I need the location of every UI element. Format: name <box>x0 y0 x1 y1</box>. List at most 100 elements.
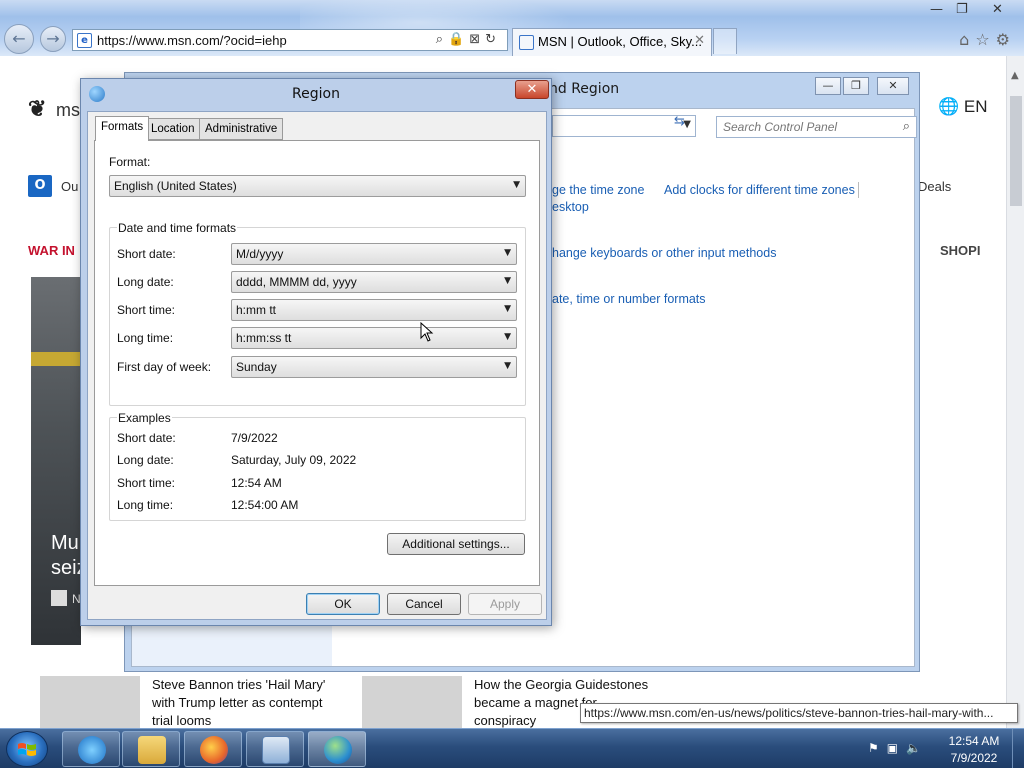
format-label: Format: <box>109 155 151 169</box>
outlook-icon[interactable]: O <box>28 175 52 197</box>
back-arrow-icon: ← <box>12 29 26 48</box>
tab-title: MSN | Outlook, Office, Sky... <box>538 34 702 49</box>
tab-administrative[interactable]: Administrative <box>199 118 284 140</box>
page-scrollbar[interactable]: ▲ <box>1006 56 1024 728</box>
chevron-down-icon: ▼ <box>504 248 511 258</box>
control-panel-icon <box>262 736 290 764</box>
region-dialog-client: Formats Location Administrative Format: … <box>87 111 547 620</box>
link-change-time-zone[interactable]: ge the time zone <box>552 183 644 197</box>
speaker-muted-icon[interactable]: 🔈 <box>906 741 929 755</box>
browser-toolbar: ← → e https://www.msn.com/?ocid=iehp ⌕🔒⊠… <box>0 0 1024 56</box>
region-close-button[interactable]: ✕ <box>515 80 549 99</box>
chevron-down-icon: ▼ <box>504 332 511 342</box>
cp-refresh-icon[interactable]: ⇆ <box>674 114 685 129</box>
scroll-up-icon[interactable]: ▲ <box>1011 70 1019 81</box>
format-select[interactable]: English (United States) ▼ <box>109 175 526 197</box>
cp-restore-button[interactable]: ❐ <box>843 77 869 95</box>
internet-explorer-icon <box>78 736 106 764</box>
link-add-clocks[interactable]: Add clocks for different time zones <box>664 183 855 197</box>
globe-icon: 🌐 <box>938 97 960 116</box>
clock-date[interactable]: 7/9/2022 <box>944 751 1004 765</box>
start-button[interactable] <box>6 731 48 767</box>
cp-search-input[interactable]: Search Control Panel ⌕ <box>716 116 917 138</box>
nav-war-in-ukraine[interactable]: WAR IN <box>28 243 75 258</box>
status-url-tooltip: https://www.msn.com/en-us/news/politics/… <box>580 703 1018 723</box>
long-date-select[interactable]: dddd, MMMM dd, yyyy ▼ <box>231 271 517 293</box>
address-url[interactable]: https://www.msn.com/?ocid=iehp <box>97 33 287 48</box>
tab-location[interactable]: Location <box>145 118 201 140</box>
example-long-time-value: 12:54:00 AM <box>231 498 299 512</box>
forward-arrow-icon: → <box>46 29 60 48</box>
taskbar-region-settings[interactable] <box>308 731 366 767</box>
nav-shopping[interactable]: SHOPI <box>940 243 980 258</box>
forward-button[interactable]: → <box>40 26 66 52</box>
system-tray-icons[interactable]: ⚑▣🔈 <box>868 741 929 755</box>
short-time-select[interactable]: h:mm tt ▼ <box>231 299 517 321</box>
additional-settings-button[interactable]: Additional settings... <box>387 533 525 555</box>
outlook-link[interactable]: Ou <box>61 179 78 194</box>
chevron-down-icon: ▼ <box>513 180 520 190</box>
folder-icon <box>138 736 166 764</box>
browser-close-button[interactable]: ✕ <box>992 2 1003 17</box>
taskbar-file-explorer[interactable] <box>122 731 180 767</box>
windows-logo-icon <box>18 743 36 756</box>
msn-butterfly-icon[interactable]: ❦ <box>28 96 46 122</box>
ok-button[interactable]: OK <box>306 593 380 615</box>
new-tab-button[interactable] <box>713 28 737 54</box>
link-change-keyboards[interactable]: hange keyboards or other input methods <box>552 246 776 260</box>
browser-restore-button[interactable]: ❐ <box>956 2 968 17</box>
cp-minimize-button[interactable]: — <box>815 77 841 95</box>
example-short-time-label: Short time: <box>117 476 176 490</box>
search-icon[interactable]: ⌕ <box>903 119 910 134</box>
short-date-select[interactable]: M/d/yyyy ▼ <box>231 243 517 265</box>
browser-minimize-button[interactable]: — <box>930 2 943 17</box>
taskbar-internet-explorer[interactable] <box>62 731 120 767</box>
tab-formats[interactable]: Formats <box>95 116 150 141</box>
example-short-time-value: 12:54 AM <box>231 476 282 490</box>
deals-link[interactable]: Deals <box>918 179 951 194</box>
link-divider <box>858 182 859 198</box>
long-time-label: Long time: <box>117 331 174 345</box>
language-selector[interactable]: 🌐 EN <box>938 97 988 117</box>
tab-close-icon[interactable]: ✕ <box>694 33 705 48</box>
address-bar[interactable]: e https://www.msn.com/?ocid=iehp ⌕🔒⊠↻ <box>72 29 508 51</box>
tab-msn[interactable]: MSN | Outlook, Office, Sky... ✕ <box>512 28 712 56</box>
long-date-label: Long date: <box>117 275 174 289</box>
address-tools-icons[interactable]: ⌕🔒⊠↻ <box>436 32 501 47</box>
chevron-down-icon: ▼ <box>504 361 511 371</box>
long-time-select[interactable]: h:mm:ss tt ▼ <box>231 327 517 349</box>
apply-button[interactable]: Apply <box>468 593 542 615</box>
formats-tab-page: Format: English (United States) ▼ Date a… <box>94 140 540 586</box>
cp-search-placeholder: Search Control Panel <box>723 120 838 134</box>
firefox-icon <box>200 736 228 764</box>
back-button[interactable]: ← <box>4 24 34 54</box>
action-center-flag-icon[interactable]: ⚑ <box>868 741 887 755</box>
scrollbar-thumb[interactable] <box>1010 96 1022 206</box>
hero-caption-line1: Mu <box>51 532 79 554</box>
cp-close-button[interactable]: ✕ <box>877 77 909 95</box>
cancel-button[interactable]: Cancel <box>387 593 461 615</box>
first-day-value: Sunday <box>236 360 277 374</box>
example-long-time-label: Long time: <box>117 498 174 512</box>
card2-image[interactable] <box>362 676 462 728</box>
card1-title[interactable]: Steve Bannon tries 'Hail Mary' with Trum… <box>152 676 327 730</box>
example-short-date-value: 7/9/2022 <box>231 431 278 445</box>
network-icon[interactable]: ▣ <box>887 741 906 755</box>
taskbar-firefox[interactable] <box>184 731 242 767</box>
short-date-label: Short date: <box>117 247 176 261</box>
chevron-down-icon: ▼ <box>504 276 511 286</box>
msn-logo-text[interactable]: ms <box>56 100 80 121</box>
clock-time[interactable]: 12:54 AM <box>944 734 1004 748</box>
home-favorites-tools-icons[interactable]: ⌂☆⚙ <box>959 30 1016 49</box>
taskbar-control-panel[interactable] <box>246 731 304 767</box>
card1-image[interactable] <box>40 676 140 728</box>
show-desktop-button[interactable] <box>1012 729 1024 768</box>
first-day-select[interactable]: Sunday ▼ <box>231 356 517 378</box>
link-change-formats[interactable]: ate, time or number formats <box>552 292 706 306</box>
short-time-value: h:mm tt <box>236 303 277 317</box>
link-set-desktop[interactable]: esktop <box>552 200 589 214</box>
tab-favicon <box>519 35 534 50</box>
short-date-value: M/d/yyyy <box>236 247 284 261</box>
hero-source-logo <box>51 590 67 606</box>
region-dialog[interactable]: Region ✕ Formats Location Administrative… <box>80 78 552 626</box>
